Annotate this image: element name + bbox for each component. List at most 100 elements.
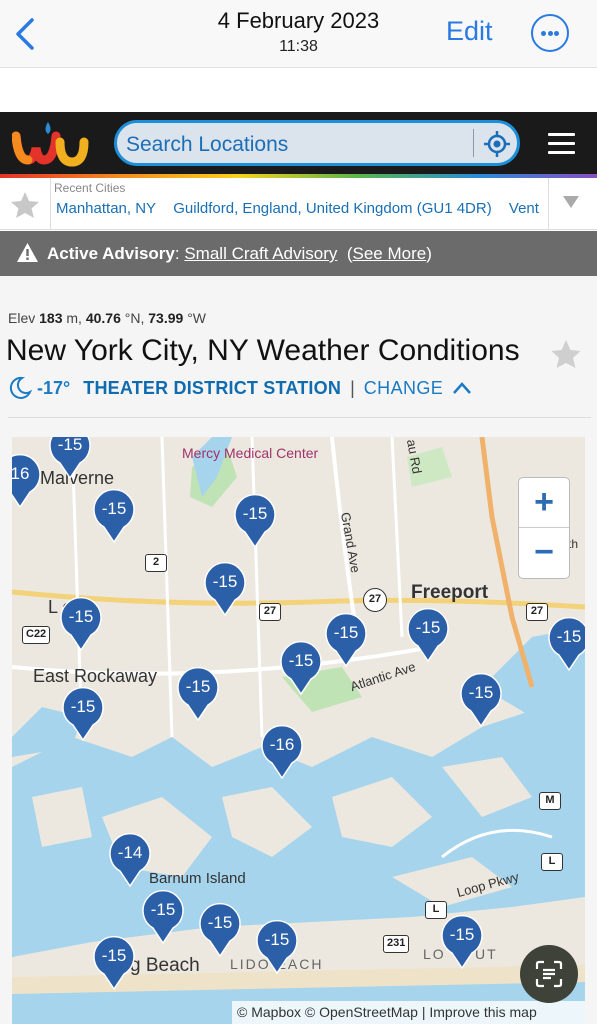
text-scan-button[interactable] bbox=[520, 945, 578, 1003]
recent-divider bbox=[548, 178, 549, 229]
warning-icon bbox=[16, 242, 39, 263]
station-pin[interactable]: -15 bbox=[324, 613, 368, 667]
edit-button[interactable]: Edit bbox=[446, 16, 493, 47]
lat-unit: °N, bbox=[124, 310, 145, 326]
station-pin[interactable]: -15 bbox=[59, 597, 103, 651]
route-shield: 231 bbox=[383, 935, 410, 953]
recent-city-link[interactable]: Manhattan, NY bbox=[56, 200, 156, 217]
advisory-banner: Active Advisory: Small Craft Advisory (S… bbox=[0, 231, 597, 276]
favorite-star-icon[interactable] bbox=[551, 339, 581, 369]
elev-value: 183 bbox=[39, 310, 63, 326]
station-pin[interactable]: -15 bbox=[233, 494, 277, 548]
elev-unit: m, bbox=[66, 310, 82, 326]
pin-temp: -15 bbox=[70, 697, 96, 716]
map-label: Mercy Medical Center bbox=[182, 445, 319, 461]
dropdown-caret-icon[interactable] bbox=[563, 196, 579, 208]
recent-divider bbox=[50, 178, 51, 229]
crosshair-icon[interactable] bbox=[483, 130, 511, 158]
divider bbox=[8, 417, 591, 418]
station-pin[interactable]: -15 bbox=[61, 687, 105, 741]
zoom-in-button[interactable]: + bbox=[519, 478, 569, 528]
pin-temp: -15 bbox=[288, 651, 314, 670]
advisory-colon: : bbox=[174, 244, 180, 263]
route-shield: L bbox=[541, 853, 563, 871]
map-label: Barnum Island bbox=[149, 870, 246, 887]
current-temperature: -17° bbox=[37, 378, 71, 398]
pin-temp: -15 bbox=[185, 677, 211, 696]
page-title: New York City, NY Weather Conditions bbox=[6, 334, 520, 367]
route-shield: 27 bbox=[259, 603, 281, 621]
conditions-content: Elev 183 m, 40.76 °N, 73.99 °W New York … bbox=[0, 276, 597, 1024]
pin-temp: -15 bbox=[333, 623, 359, 642]
attribution-separator: | bbox=[421, 1004, 426, 1020]
pin-temp: -15 bbox=[101, 499, 127, 518]
map-label: g Beach bbox=[130, 955, 200, 976]
zoom-out-button[interactable]: − bbox=[519, 528, 569, 578]
recent-city-link[interactable]: Guildford, England, United Kingdom (GU1 … bbox=[173, 200, 492, 217]
station-pin[interactable]: -15 bbox=[141, 890, 185, 944]
station-pin[interactable]: -15 bbox=[406, 608, 450, 662]
pin-temp: -15 bbox=[449, 925, 475, 944]
pin-temp: -15 bbox=[242, 504, 268, 523]
station-row: -17° THEATER DISTRICT STATION | CHANGE bbox=[8, 375, 472, 399]
pin-temp: -15 bbox=[207, 913, 233, 932]
elev-label: Elev bbox=[8, 310, 36, 326]
recent-city-link[interactable]: Vent bbox=[509, 200, 539, 217]
lat-value: 40.76 bbox=[85, 310, 121, 326]
photo-date: 4 February 2023 bbox=[217, 8, 380, 33]
station-pin[interactable]: 16 bbox=[12, 454, 42, 508]
station-pin[interactable]: -15 bbox=[198, 903, 242, 957]
route-shield: M bbox=[539, 792, 561, 810]
osm-link[interactable]: © OpenStreetMap bbox=[305, 1004, 418, 1020]
search-divider bbox=[473, 129, 474, 157]
see-more-link[interactable]: See More bbox=[353, 244, 427, 263]
favorite-star-icon[interactable] bbox=[10, 191, 40, 219]
station-pin[interactable]: -15 bbox=[176, 667, 220, 721]
station-pin[interactable]: -15 bbox=[440, 915, 484, 969]
improve-map-link[interactable]: Improve this map bbox=[429, 1004, 536, 1020]
wu-logo[interactable] bbox=[11, 116, 90, 174]
recent-cities-label: Recent Cities bbox=[54, 181, 126, 195]
map-label: Freeport bbox=[411, 582, 489, 603]
pin-temp: 16 bbox=[12, 464, 30, 483]
station-pin[interactable]: -15 bbox=[203, 562, 247, 616]
station-pin[interactable]: -15 bbox=[92, 489, 136, 543]
advisory-text: Active Advisory: Small Craft Advisory (S… bbox=[47, 244, 432, 263]
photo-time: 11:38 bbox=[279, 38, 318, 55]
pin-temp: -15 bbox=[264, 930, 290, 949]
recent-cities-list: Manhattan, NY Guildford, England, United… bbox=[56, 200, 548, 217]
route-shield: C22 bbox=[22, 626, 51, 644]
pin-temp: -15 bbox=[212, 572, 238, 591]
station-pin[interactable]: -14 bbox=[108, 833, 152, 887]
route-shield: 27 bbox=[526, 603, 548, 621]
station-pin[interactable]: -15 bbox=[48, 437, 92, 479]
route-shield: 27 bbox=[363, 588, 387, 612]
pin-temp: -16 bbox=[269, 735, 295, 754]
station-pin[interactable]: -15 bbox=[279, 641, 323, 695]
elevation-coordinates: Elev 183 m, 40.76 °N, 73.99 °W bbox=[8, 310, 206, 326]
hamburger-icon[interactable] bbox=[548, 133, 575, 157]
pin-temp: -14 bbox=[117, 843, 143, 862]
pin-temp: -15 bbox=[556, 627, 582, 646]
search-placeholder: Search Locations bbox=[126, 133, 289, 156]
station-pin[interactable]: -15 bbox=[92, 936, 136, 990]
station-map[interactable]: Mercy Medical Center Malverne au Rd th G… bbox=[12, 437, 585, 1024]
chevron-up-icon[interactable] bbox=[452, 379, 472, 394]
map-attribution: © Mapbox © OpenStreetMap | Improve this … bbox=[232, 1001, 585, 1024]
more-options-icon[interactable] bbox=[531, 14, 569, 52]
station-pin[interactable]: -15 bbox=[547, 617, 585, 671]
advisory-link[interactable]: Small Craft Advisory bbox=[184, 244, 337, 263]
lon-unit: °W bbox=[187, 310, 207, 326]
station-pin[interactable]: -16 bbox=[260, 725, 304, 779]
pin-temp: -15 bbox=[101, 946, 127, 965]
ios-navigation-bar: 4 February 2023 11:38 Edit bbox=[0, 0, 597, 68]
station-pin[interactable]: -15 bbox=[255, 920, 299, 974]
site-header: Search Locations bbox=[0, 112, 597, 178]
change-station-button[interactable]: CHANGE bbox=[364, 378, 443, 398]
pin-temp: -15 bbox=[57, 437, 83, 454]
moon-icon bbox=[8, 375, 33, 399]
mapbox-link[interactable]: © Mapbox bbox=[237, 1004, 301, 1020]
station-pin[interactable]: -15 bbox=[459, 673, 503, 727]
station-name: THEATER DISTRICT STATION bbox=[83, 378, 342, 398]
search-input[interactable]: Search Locations bbox=[114, 120, 520, 166]
